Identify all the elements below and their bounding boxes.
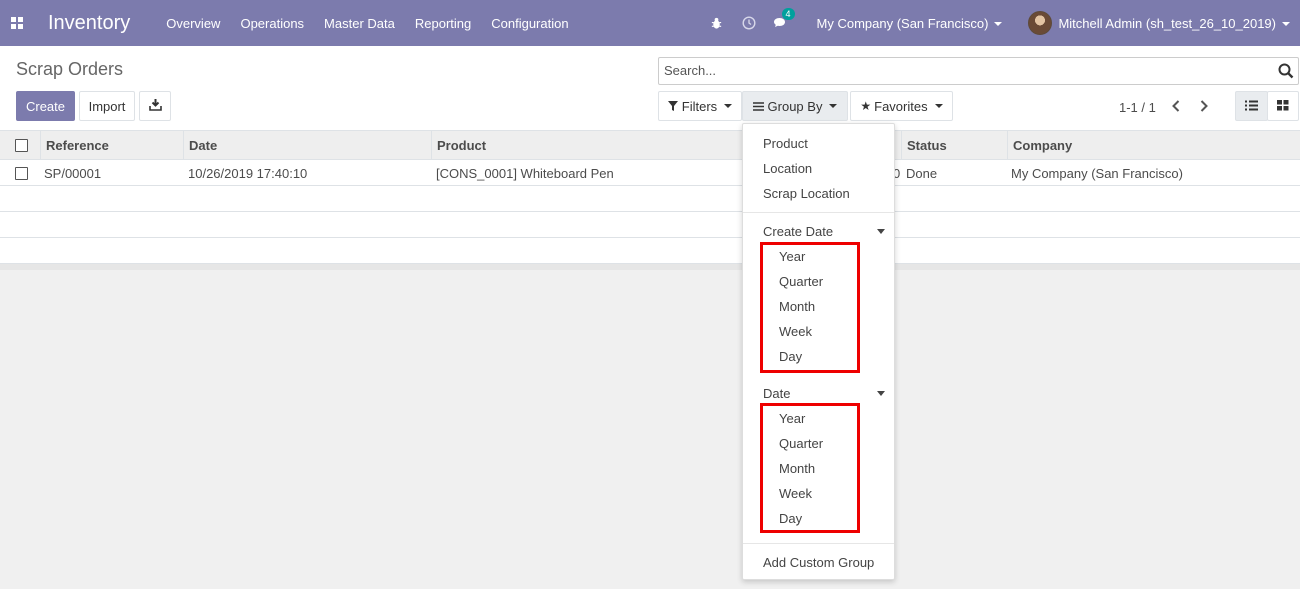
download-icon bbox=[148, 98, 162, 114]
empty-row bbox=[0, 186, 1300, 212]
create-date-year[interactable]: Year bbox=[779, 249, 805, 264]
cell-product: [CONS_0001] Whiteboard Pen bbox=[436, 165, 614, 181]
group-by-label: Group By bbox=[767, 98, 823, 114]
table-header: Reference Date Product Status Company bbox=[0, 131, 1300, 160]
pager-next-button[interactable] bbox=[1194, 94, 1214, 118]
user-name: Mitchell Admin (sh_test_26_10_2019) bbox=[1058, 15, 1276, 31]
company-name: My Company (San Francisco) bbox=[816, 15, 989, 31]
date-year[interactable]: Year bbox=[779, 411, 805, 426]
search-icon[interactable] bbox=[1278, 63, 1294, 79]
filter-icon bbox=[667, 99, 678, 114]
pager-previous-button[interactable] bbox=[1166, 94, 1186, 118]
cell-status: Done bbox=[906, 165, 938, 181]
control-panel: Scrap Orders Create Import Filters Group… bbox=[0, 46, 1300, 131]
create-date-week[interactable]: Week bbox=[779, 324, 812, 339]
menu-operations[interactable]: Operations bbox=[240, 16, 304, 31]
chat-icon[interactable]: 4 bbox=[771, 8, 795, 33]
table-footer bbox=[0, 264, 1300, 270]
menu-master-data[interactable]: Master Data bbox=[324, 16, 395, 31]
company-switcher[interactable]: My Company (San Francisco) bbox=[817, 16, 1003, 31]
create-date-quarter[interactable]: Quarter bbox=[779, 274, 823, 289]
user-menu[interactable]: Mitchell Admin (sh_test_26_10_2019) bbox=[1058, 16, 1290, 31]
kanban-view-icon bbox=[1277, 99, 1289, 114]
search-box bbox=[658, 57, 1299, 85]
select-all-checkbox[interactable] bbox=[15, 139, 28, 152]
cell-reference: SP/00001 bbox=[44, 165, 102, 181]
systray: 4 My Company (San Francisco) Mitchell Ad… bbox=[707, 0, 1300, 46]
date-day[interactable]: Day bbox=[779, 511, 802, 526]
menu-reporting[interactable]: Reporting bbox=[415, 16, 471, 31]
import-button[interactable]: Import bbox=[79, 91, 135, 121]
empty-row bbox=[0, 238, 1300, 264]
cell-date: 10/26/2019 17:40:10 bbox=[188, 165, 308, 181]
menu-overview[interactable]: Overview bbox=[166, 16, 220, 31]
groupby-product[interactable]: Product bbox=[763, 136, 808, 151]
divider bbox=[743, 543, 894, 544]
date-month[interactable]: Month bbox=[779, 461, 815, 476]
apps-menu-icon[interactable] bbox=[0, 0, 34, 46]
top-navbar: Inventory Overview Operations Master Dat… bbox=[0, 0, 1300, 46]
cell-company: My Company (San Francisco) bbox=[1011, 165, 1183, 181]
chevron-left-icon bbox=[1172, 100, 1180, 112]
filters-label: Filters bbox=[681, 98, 718, 114]
filters-button[interactable]: Filters bbox=[658, 91, 742, 121]
empty-row bbox=[0, 212, 1300, 238]
menu-configuration[interactable]: Configuration bbox=[491, 16, 568, 31]
star-icon: ★ bbox=[860, 99, 872, 113]
chat-count-badge: 4 bbox=[781, 8, 795, 20]
favorites-button[interactable]: ★ Favorites bbox=[850, 91, 953, 121]
table-row[interactable]: SP/00001 10/26/2019 17:40:10 [CONS_0001]… bbox=[0, 160, 1300, 186]
bug-icon[interactable] bbox=[707, 13, 727, 33]
export-button[interactable] bbox=[139, 91, 171, 121]
chevron-down-icon bbox=[994, 22, 1003, 27]
chevron-down-icon bbox=[934, 104, 943, 108]
group-by-dropdown: Product Location Scrap Location Create D… bbox=[742, 123, 895, 580]
create-date-day[interactable]: Day bbox=[779, 349, 802, 364]
col-status[interactable]: Status bbox=[901, 131, 1008, 160]
col-company[interactable]: Company bbox=[1007, 131, 1300, 160]
groupby-scrap-location[interactable]: Scrap Location bbox=[763, 186, 850, 201]
list-view-button[interactable] bbox=[1235, 91, 1268, 121]
caret-down-icon bbox=[877, 229, 885, 234]
search-input[interactable] bbox=[664, 63, 1264, 78]
groupby-location[interactable]: Location bbox=[763, 161, 812, 176]
pager-value[interactable]: 1-1 / 1 bbox=[1119, 100, 1156, 115]
create-button[interactable]: Create bbox=[16, 91, 75, 121]
page-title: Scrap Orders bbox=[16, 59, 124, 79]
list-table: Reference Date Product Status Company SP… bbox=[0, 131, 1300, 270]
group-by-button[interactable]: Group By bbox=[742, 91, 848, 121]
date-week[interactable]: Week bbox=[779, 486, 812, 501]
list-icon bbox=[752, 99, 764, 114]
row-checkbox[interactable] bbox=[15, 167, 28, 180]
groupby-create-date[interactable]: Create Date bbox=[763, 224, 833, 239]
chevron-down-icon bbox=[829, 104, 838, 108]
kanban-view-button[interactable] bbox=[1267, 91, 1299, 121]
user-avatar[interactable] bbox=[1028, 11, 1053, 35]
app-brand[interactable]: Inventory bbox=[48, 12, 130, 35]
create-date-month[interactable]: Month bbox=[779, 299, 815, 314]
chevron-down-icon bbox=[724, 104, 733, 108]
caret-down-icon bbox=[877, 391, 885, 396]
clock-icon[interactable] bbox=[739, 13, 759, 33]
chevron-down-icon bbox=[1282, 22, 1290, 27]
list-view-icon bbox=[1245, 99, 1258, 114]
col-reference[interactable]: Reference bbox=[40, 131, 184, 160]
divider bbox=[743, 212, 894, 213]
favorites-label: Favorites bbox=[874, 98, 928, 114]
groupby-date[interactable]: Date bbox=[763, 386, 790, 401]
date-quarter[interactable]: Quarter bbox=[779, 436, 823, 451]
col-date[interactable]: Date bbox=[183, 131, 432, 160]
add-custom-group[interactable]: Add Custom Group bbox=[763, 555, 874, 570]
chevron-right-icon bbox=[1200, 100, 1208, 112]
main-menu: Overview Operations Master Data Reportin… bbox=[166, 16, 588, 31]
